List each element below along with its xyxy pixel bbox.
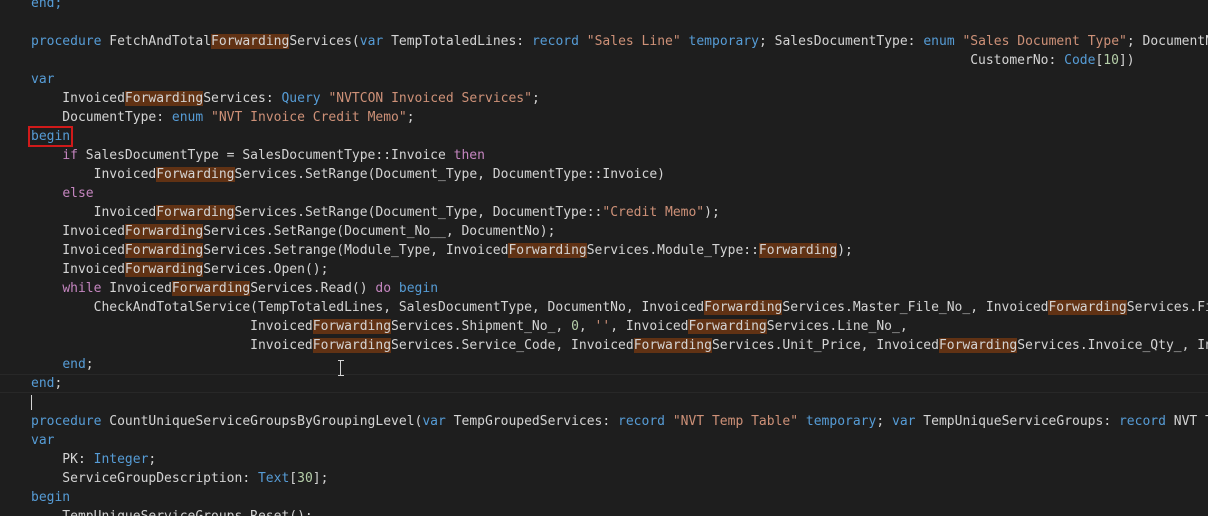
code-text: InvoicedForwardingServices.Setrange(Modu… xyxy=(31,243,853,258)
code-text: InvoicedForwardingServices.SetRange(Docu… xyxy=(31,205,720,220)
code-line: CustomerNo: Code[10]) xyxy=(0,51,1208,70)
code-text: else xyxy=(62,186,94,201)
code-line: InvoicedForwardingServices: Query "NVTCO… xyxy=(0,89,1208,108)
code-text: CustomerNo: Code[10]) xyxy=(31,53,1135,68)
code-text: PK: Integer; xyxy=(31,452,157,467)
code-line: CheckAndTotalService(TempTotaledLines, S… xyxy=(0,298,1208,317)
code-text: InvoicedForwardingServices: Query "NVTCO… xyxy=(31,91,540,106)
code-text: CheckAndTotalService(TempTotaledLines, S… xyxy=(31,300,1208,315)
code-text: procedure FetchAndTotalForwardingService… xyxy=(31,34,1208,49)
code-line: var xyxy=(0,431,1208,450)
code-line: InvoicedForwardingServices.Shipment_No_,… xyxy=(0,317,1208,336)
code-text: InvoicedForwardingServices.Service_Code,… xyxy=(31,338,1208,353)
code-line: while InvoicedForwardingServices.Read() … xyxy=(0,279,1208,298)
code-line: procedure CountUniqueServiceGroupsByGrou… xyxy=(0,412,1208,431)
code-text: begin xyxy=(27,126,74,147)
code-text: TempUniqueServiceGroups.Reset(); xyxy=(31,507,312,516)
code-line-current: end; xyxy=(0,374,1208,393)
code-text: while InvoicedForwardingServices.Read() … xyxy=(62,281,439,296)
code-line: InvoicedForwardingServices.Setrange(Modu… xyxy=(0,241,1208,260)
code-text: DocumentType: enum "NVT Invoice Credit M… xyxy=(31,110,415,125)
code-text: InvoicedForwardingServices.SetRange(Docu… xyxy=(31,167,665,182)
code-text: ServiceGroupDescription: Text[30]; xyxy=(31,471,329,486)
code-line: end; xyxy=(31,0,63,11)
code-text: procedure CountUniqueServiceGroupsByGrou… xyxy=(31,414,1208,429)
code-line: begin xyxy=(0,488,1208,507)
code-line: DocumentType: enum "NVT Invoice Credit M… xyxy=(0,108,1208,127)
code-line: InvoicedForwardingServices.SetRange(Docu… xyxy=(0,222,1208,241)
code-line: var xyxy=(0,70,1208,89)
code-text: InvoicedForwardingServices.Shipment_No_,… xyxy=(31,319,908,334)
text-cursor-icon xyxy=(338,360,344,376)
code-editor[interactable]: end; procedure FetchAndTotalForwardingSe… xyxy=(0,0,1208,516)
code-text: var xyxy=(31,433,55,448)
text-caret xyxy=(31,395,32,410)
code-text: InvoicedForwardingServices.Open(); xyxy=(31,262,329,277)
code-line: ServiceGroupDescription: Text[30]; xyxy=(0,469,1208,488)
code-text: end; xyxy=(31,376,63,391)
code-text: end; xyxy=(62,357,94,372)
code-line: procedure FetchAndTotalForwardingService… xyxy=(0,32,1208,51)
annotation-box: begin xyxy=(27,126,74,147)
code-line: InvoicedForwardingServices.Service_Code,… xyxy=(0,336,1208,355)
code-text xyxy=(31,393,32,412)
code-line xyxy=(0,393,1208,412)
code-text: var xyxy=(31,72,55,87)
code-line: InvoicedForwardingServices.SetRange(Docu… xyxy=(0,203,1208,222)
code-text: InvoicedForwardingServices.SetRange(Docu… xyxy=(31,224,556,239)
code-line: begin xyxy=(0,126,1208,147)
code-line: end; xyxy=(0,355,1208,374)
code-line: InvoicedForwardingServices.Open(); xyxy=(0,260,1208,279)
code-line: if SalesDocumentType = SalesDocumentType… xyxy=(0,146,1208,165)
code-text: if SalesDocumentType = SalesDocumentType… xyxy=(62,148,485,163)
code-line: else xyxy=(0,184,1208,203)
code-line: TempUniqueServiceGroups.Reset(); xyxy=(0,507,1208,516)
code-line: InvoicedForwardingServices.SetRange(Docu… xyxy=(0,165,1208,184)
code-text: begin xyxy=(31,490,71,505)
code-line: PK: Integer; xyxy=(0,450,1208,469)
